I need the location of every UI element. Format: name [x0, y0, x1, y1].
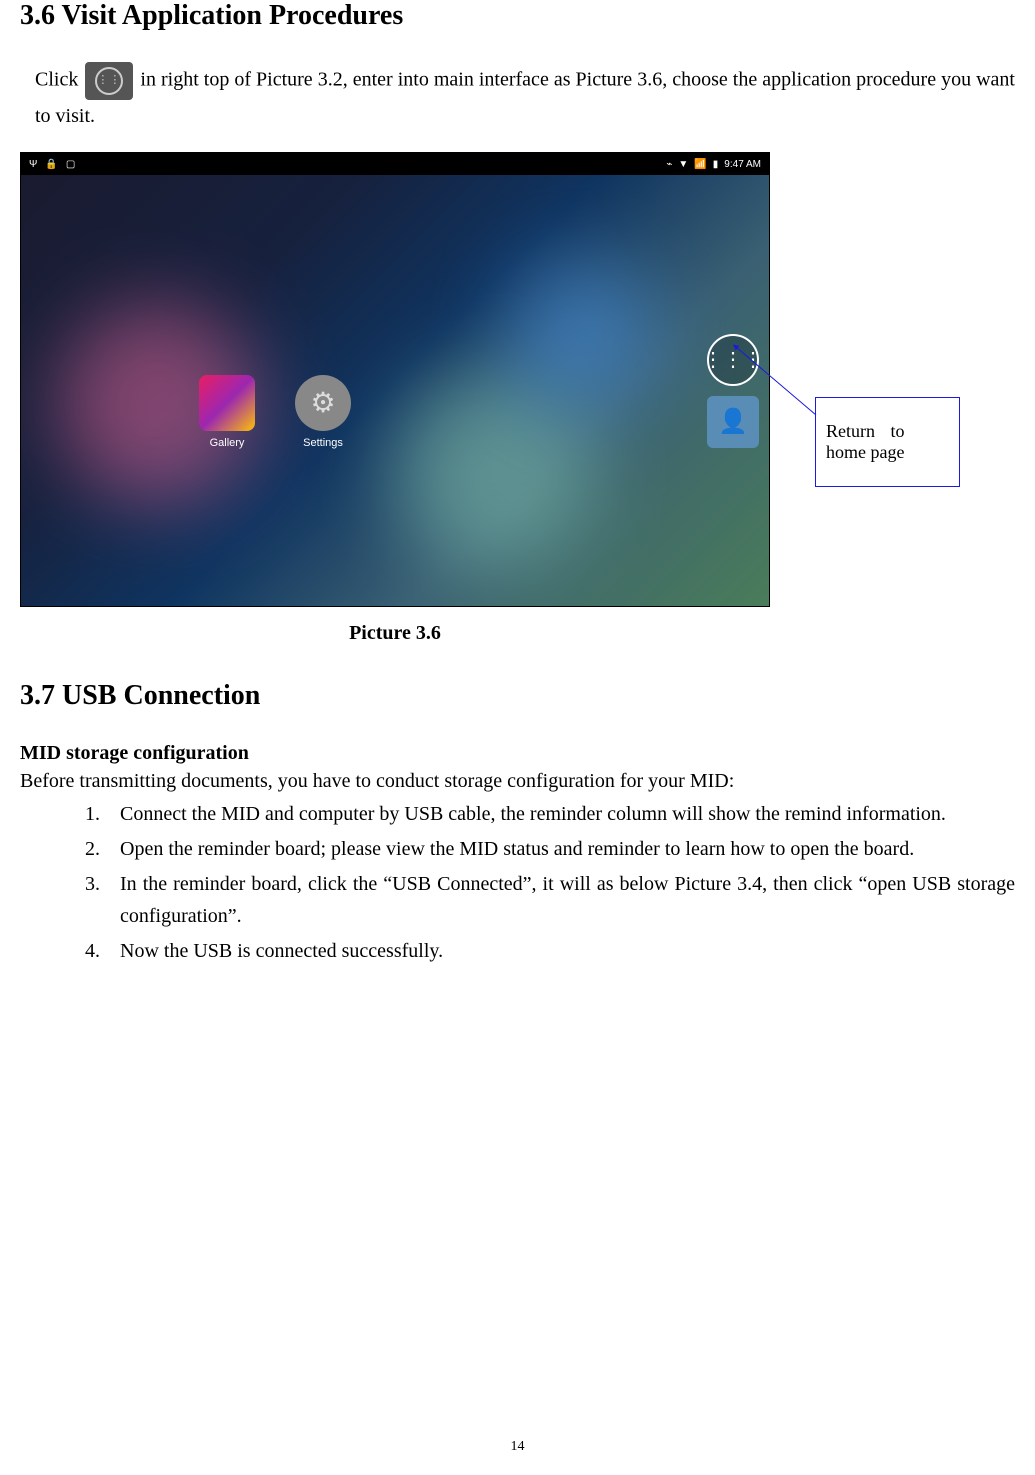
para-text-2: in right top of Picture 3.2, enter into …	[35, 69, 1015, 127]
config-step-2: Open the reminder board; please view the…	[105, 833, 1015, 865]
status-left: Ψ 🔒 ▢	[29, 159, 75, 170]
settings-label: Settings	[303, 437, 343, 449]
wallpaper-glow	[507, 261, 657, 411]
callout-line2: home page	[826, 442, 904, 463]
config-step-1: Connect the MID and computer by USB cabl…	[105, 798, 1015, 830]
config-step-4: Now the USB is connected successfully.	[105, 935, 1015, 967]
return-home-callout: Return to home page	[815, 397, 960, 487]
section-3-6-paragraph: Click in right top of Picture 3.2, enter…	[35, 62, 1015, 132]
bluetooth-icon: ⌁	[666, 159, 672, 170]
home-wallpaper: Gallery ⚙ Settings ⋮⋮⋮ 👤	[21, 175, 769, 606]
screenshot-container: Ψ 🔒 ▢ ⌁ ▼ 📶 ▮ 9:47 AM Gallery	[20, 152, 1015, 607]
app-drawer-icon	[85, 62, 133, 100]
battery-icon: ▮	[713, 159, 719, 170]
callout-word-return: Return	[826, 421, 875, 442]
gallery-label: Gallery	[210, 437, 245, 449]
lock-icon: 🔒	[45, 159, 57, 170]
mid-storage-subheading: MID storage configuration	[20, 742, 1015, 765]
config-intro-text: Before transmitting documents, you have …	[20, 770, 1015, 793]
callout-word-to: to	[890, 421, 904, 442]
android-home-screenshot: Ψ 🔒 ▢ ⌁ ▼ 📶 ▮ 9:47 AM Gallery	[20, 152, 770, 607]
section-3-7-heading: 3.7 USB Connection	[20, 680, 1015, 712]
gallery-icon	[199, 375, 255, 431]
page-number: 14	[0, 1439, 1035, 1455]
config-steps-list: Connect the MID and computer by USB cabl…	[105, 798, 1015, 967]
wifi-icon: ▼	[678, 159, 688, 170]
status-bar: Ψ 🔒 ▢ ⌁ ▼ 📶 ▮ 9:47 AM	[21, 153, 769, 175]
figure-3-6-caption: Picture 3.6	[20, 622, 770, 645]
para-text-1: Click	[35, 69, 83, 91]
image-icon: ▢	[66, 159, 75, 170]
gallery-app[interactable]: Gallery	[199, 375, 255, 449]
settings-app[interactable]: ⚙ Settings	[295, 375, 351, 449]
home-apps: Gallery ⚙ Settings	[199, 375, 351, 449]
config-step-3: In the reminder board, click the “USB Co…	[105, 868, 1015, 932]
status-right: ⌁ ▼ 📶 ▮ 9:47 AM	[666, 159, 761, 170]
section-3-6-heading: 3.6 Visit Application Procedures	[20, 0, 1015, 32]
status-time: 9:47 AM	[724, 159, 761, 170]
usb-icon: Ψ	[29, 159, 37, 170]
wifi-signal-icon: 📶	[694, 159, 706, 170]
settings-icon: ⚙	[295, 375, 351, 431]
